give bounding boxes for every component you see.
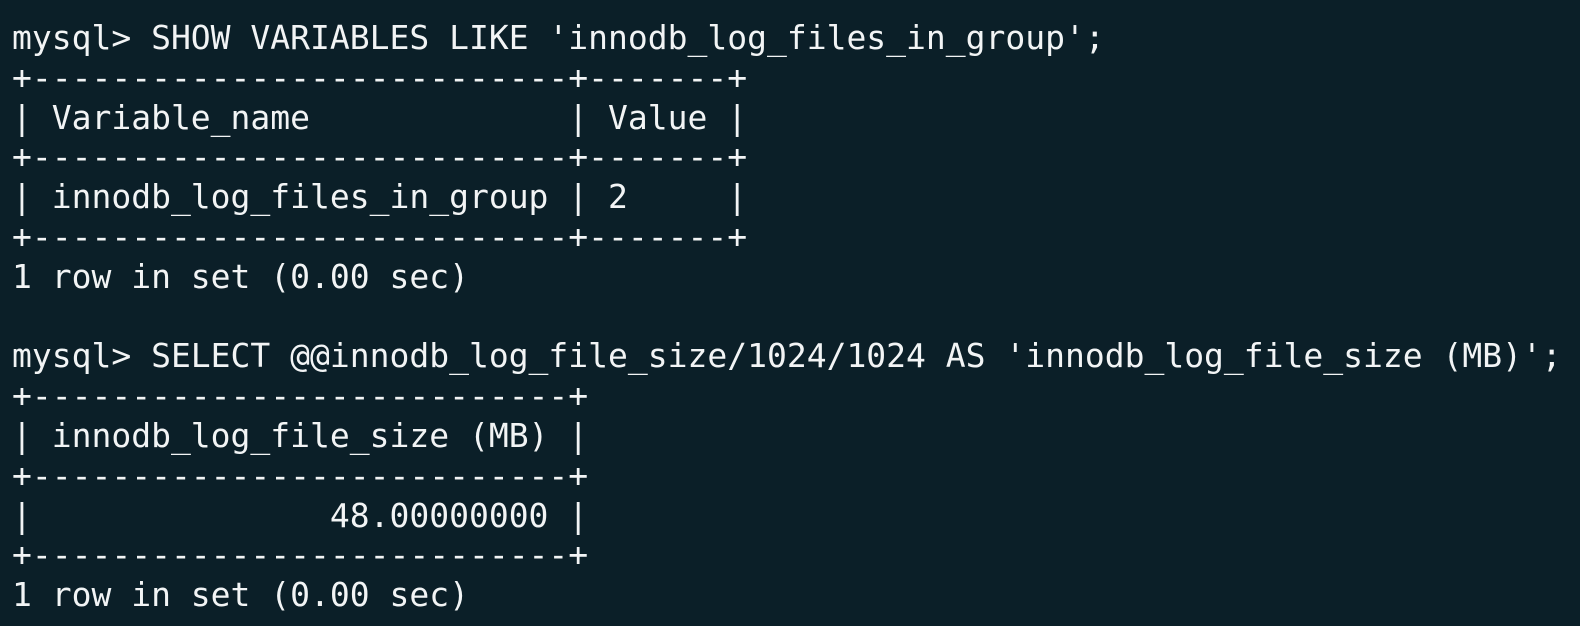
table-row: | 48.00000000 | <box>12 495 589 535</box>
table-header-row: | innodb_log_file_size (MB) | <box>12 415 589 455</box>
table-border: +---------------------------+-------+ <box>12 137 748 177</box>
mysql-prompt-command: mysql> SHOW VARIABLES LIKE 'innodb_log_f… <box>12 18 1105 57</box>
table-border: +---------------------------+ <box>12 376 589 416</box>
table-border: +---------------------------+-------+ <box>12 216 748 256</box>
table-row: | innodb_log_files_in_group | 2 | <box>12 177 748 217</box>
terminal-window: mysql> SHOW VARIABLES LIKE 'innodb_log_f… <box>0 0 1580 626</box>
table-border: +---------------------------+-------+ <box>12 57 748 97</box>
mysql-prompt-command: mysql> SELECT @@innodb_log_file_size/102… <box>12 336 1562 376</box>
result-status: 1 row in set (0.00 sec) <box>12 256 469 296</box>
table-header-row: | Variable_name | Value | <box>12 97 748 137</box>
table-border: +---------------------------+ <box>12 455 589 495</box>
table-border: +---------------------------+ <box>12 535 589 575</box>
result-status: 1 row in set (0.00 sec) <box>12 575 469 615</box>
